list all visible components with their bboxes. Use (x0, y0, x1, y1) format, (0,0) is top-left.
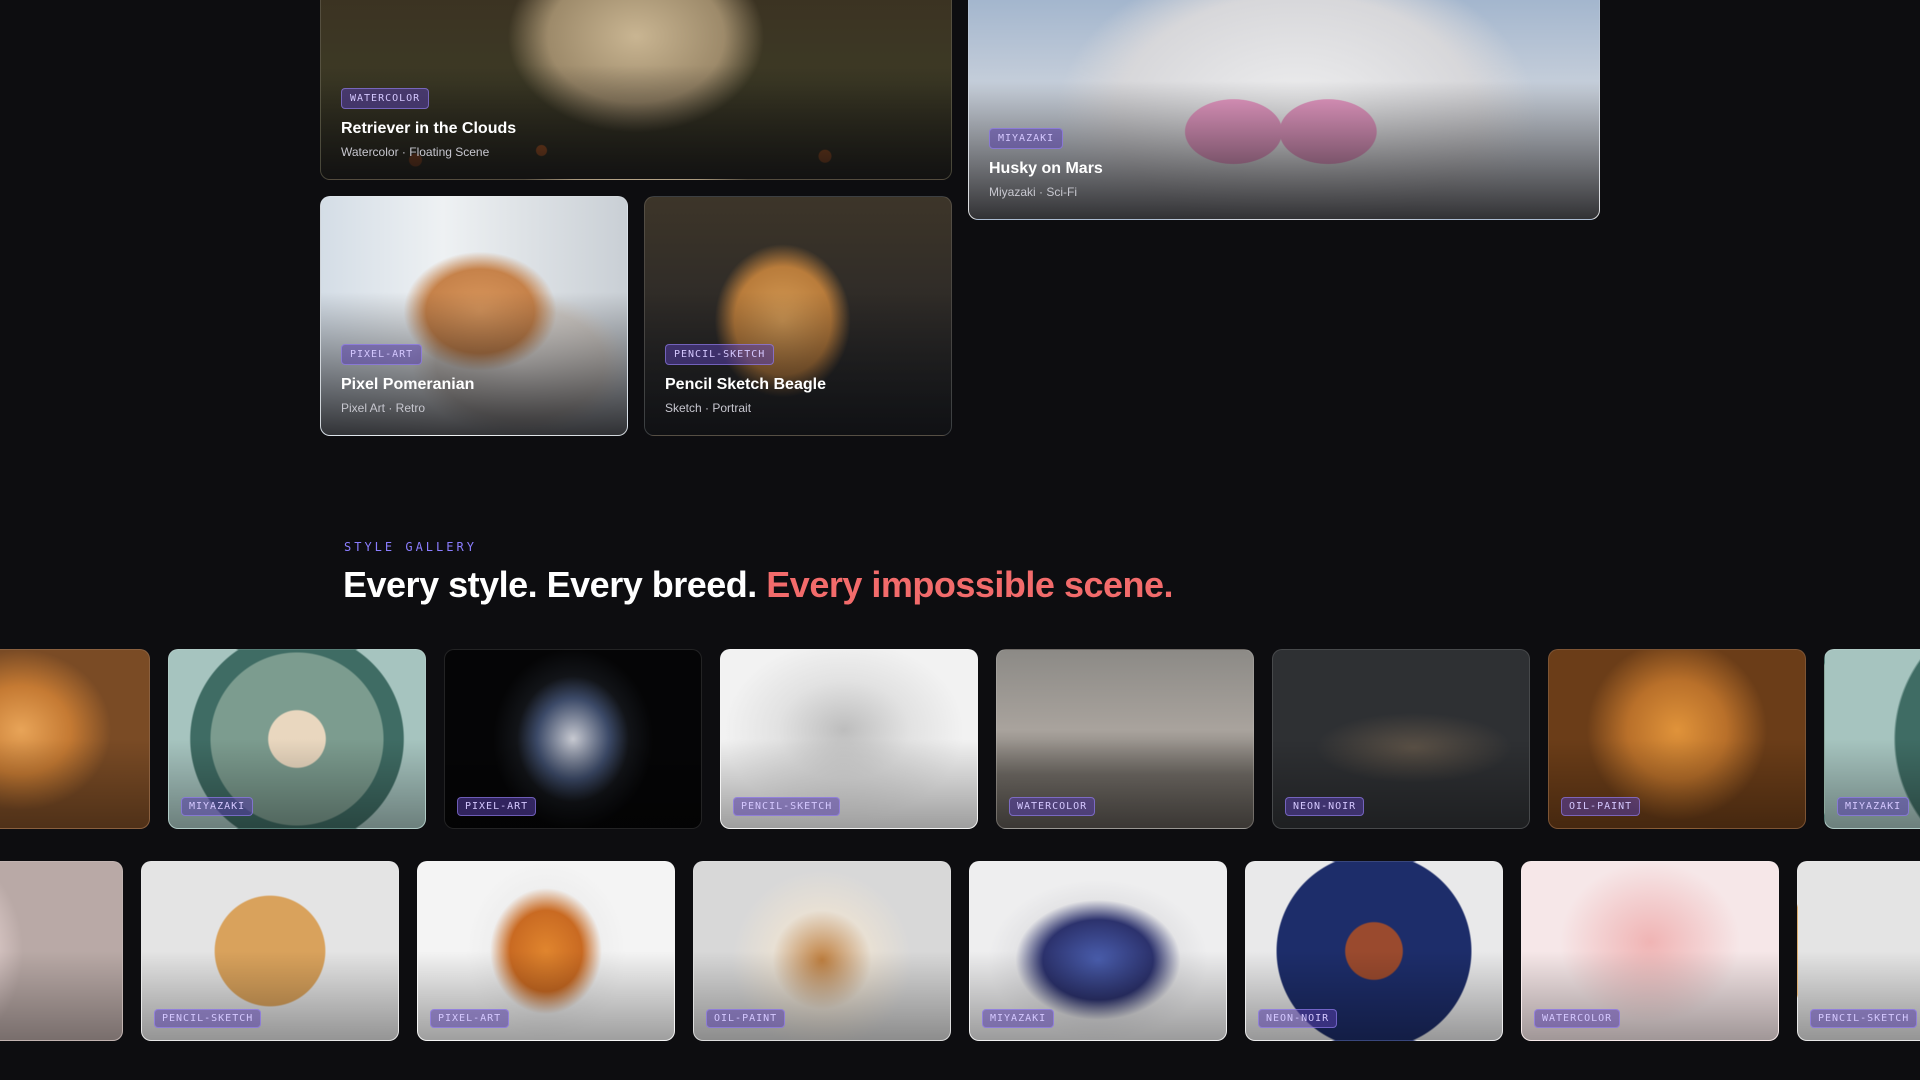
gallery-tile[interactable]: PENCIL-SKETCH (720, 649, 978, 829)
gallery-tile[interactable]: MIYAZAKI (168, 649, 426, 829)
gallery-tile[interactable] (0, 649, 150, 829)
style-badge: MIYAZAKI (181, 797, 254, 816)
gallery-tile[interactable]: PENCIL-SKETCH (1797, 861, 1920, 1041)
section-eyebrow: STYLE GALLERY (344, 540, 477, 554)
card-pixel-pomeranian[interactable]: PIXEL-ART Pixel Pomeranian Pixel Art · R… (320, 196, 628, 436)
tile-shade (0, 951, 122, 1040)
gallery-row-2[interactable]: PENCIL-SKETCH PIXEL-ART OIL-PAINT MIYAZA… (0, 861, 1920, 1041)
gallery-row-1[interactable]: MIYAZAKI PIXEL-ART PENCIL-SKETCH WATERCO… (0, 649, 1920, 829)
gallery-tile[interactable]: MIYAZAKI (1824, 649, 1920, 829)
gallery-tile[interactable]: NEON-NOIR (1272, 649, 1530, 829)
gallery-tile[interactable]: PIXEL-ART (417, 861, 675, 1041)
gallery-tile[interactable]: WATERCOLOR (996, 649, 1254, 829)
gallery-tile[interactable]: OIL-PAINT (1548, 649, 1806, 829)
card-pencil-sketch-beagle[interactable]: PENCIL-SKETCH Pencil Sketch Beagle Sketc… (644, 196, 952, 436)
gallery-tile[interactable]: NEON-NOIR (1245, 861, 1503, 1041)
style-badge: WATERCOLOR (341, 88, 430, 109)
card-title: Retriever in the Clouds (341, 120, 517, 137)
card-title: Pixel Pomeranian (341, 376, 475, 393)
style-badge: PENCIL-SKETCH (1810, 1009, 1918, 1028)
card-subtitle: Pixel Art · Retro (341, 401, 426, 415)
card-subtitle: Watercolor · Floating Scene (341, 145, 490, 159)
section-headline: Every style. Every breed. Every impossib… (343, 564, 1174, 606)
style-badge: PIXEL-ART (457, 797, 537, 816)
headline-accent: Every impossible scene. (766, 564, 1174, 605)
card-info: WATERCOLOR Retriever in the Clouds Water… (341, 88, 516, 159)
style-badge: WATERCOLOR (1009, 797, 1096, 816)
gallery-tile[interactable]: OIL-PAINT (693, 861, 951, 1041)
style-badge: PENCIL-SKETCH (665, 344, 775, 365)
gallery-tile[interactable] (0, 861, 123, 1041)
card-retriever-in-the-clouds[interactable]: WATERCOLOR Retriever in the Clouds Water… (320, 0, 952, 180)
card-info: PIXEL-ART Pixel Pomeranian Pixel Art · R… (341, 344, 474, 415)
headline-plain: Every style. Every breed. (343, 564, 757, 605)
style-badge: PENCIL-SKETCH (154, 1009, 262, 1028)
tile-shade (0, 739, 149, 828)
style-badge: PENCIL-SKETCH (733, 797, 841, 816)
style-badge: PIXEL-ART (341, 344, 423, 365)
card-subtitle: Miyazaki · Sci-Fi (989, 185, 1078, 199)
style-badge: MIYAZAKI (1837, 797, 1910, 816)
style-badge: MIYAZAKI (982, 1009, 1055, 1028)
card-subtitle: Sketch · Portrait (665, 401, 752, 415)
card-husky-on-mars[interactable]: MIYAZAKI Husky on Mars Miyazaki · Sci-Fi (968, 0, 1600, 220)
card-info: PENCIL-SKETCH Pencil Sketch Beagle Sketc… (665, 344, 826, 415)
style-badge: OIL-PAINT (1561, 797, 1641, 816)
style-badge: NEON-NOIR (1258, 1009, 1338, 1028)
gallery-tile[interactable]: PIXEL-ART (444, 649, 702, 829)
style-badge: NEON-NOIR (1285, 797, 1365, 816)
style-badge: PIXEL-ART (430, 1009, 510, 1028)
gallery-tile[interactable]: MIYAZAKI (969, 861, 1227, 1041)
style-badge: OIL-PAINT (706, 1009, 786, 1028)
gallery-tile[interactable]: PENCIL-SKETCH (141, 861, 399, 1041)
gallery-tile[interactable]: WATERCOLOR (1521, 861, 1779, 1041)
card-title: Pencil Sketch Beagle (665, 376, 826, 393)
style-badge: WATERCOLOR (1534, 1009, 1621, 1028)
card-info: MIYAZAKI Husky on Mars Miyazaki · Sci-Fi (989, 128, 1103, 199)
card-title: Husky on Mars (989, 160, 1103, 177)
style-badge: MIYAZAKI (989, 128, 1064, 149)
